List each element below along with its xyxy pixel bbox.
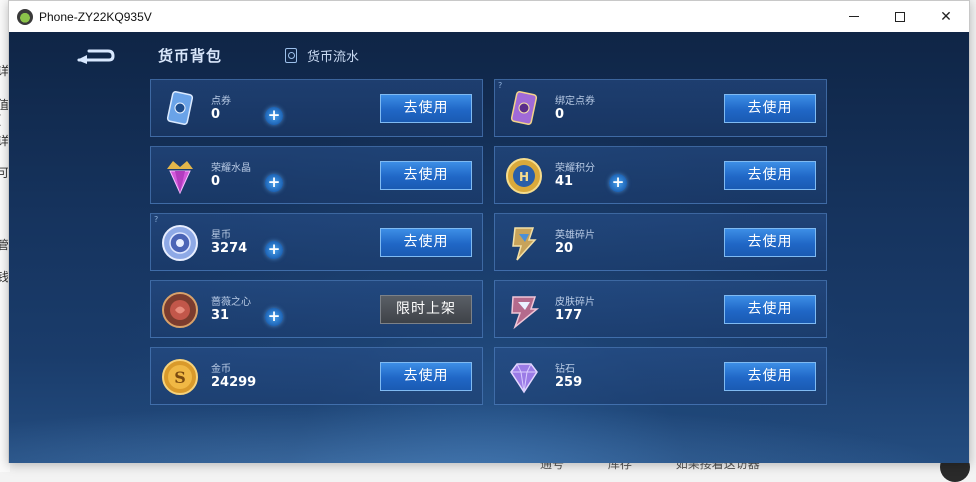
minimize-icon [849, 16, 859, 17]
maximize-button[interactable] [877, 1, 923, 32]
ledger-icon [285, 48, 297, 63]
currency-card-bound-coupon: ? 绑定点券 0 去使用 [494, 79, 827, 137]
currency-value: 0 [555, 107, 564, 122]
currency-flow-link[interactable]: 货币流水 [285, 46, 359, 65]
use-button[interactable]: 去使用 [380, 161, 472, 190]
use-button[interactable]: 去使用 [380, 362, 472, 391]
maximize-icon [895, 12, 905, 22]
currency-value: 24299 [211, 375, 256, 390]
currency-name: 绑定点券 [555, 92, 595, 107]
title-bar[interactable]: Phone-ZY22KQ935V ✕ [9, 1, 969, 32]
currency-value: 0 [211, 107, 220, 122]
rose-heart-icon [159, 289, 201, 331]
window-controls: ✕ [831, 1, 969, 32]
currency-card-coupon: 点券 0 + 去使用 [150, 79, 483, 137]
game-screen: 货币背包 货币流水 点券 0 + 去使用 ? 绑定点券 0 去使用 [9, 32, 969, 463]
add-button[interactable]: + [265, 107, 283, 125]
help-icon[interactable]: ? [498, 81, 502, 90]
currency-card-hero-shard: 英雄碎片 20 去使用 [494, 213, 827, 271]
svg-text:H: H [519, 170, 529, 184]
currency-flow-label: 货币流水 [307, 46, 359, 65]
emulator-window: Phone-ZY22KQ935V ✕ 货币背包 货币流水 点券 0 + 去使用 [8, 0, 970, 463]
close-icon: ✕ [940, 9, 952, 25]
currency-name: 荣耀水晶 [211, 159, 251, 174]
help-icon[interactable]: ? [154, 215, 158, 224]
add-button[interactable]: + [609, 174, 627, 192]
currency-card-skin-shard: 皮肤碎片 177 去使用 [494, 280, 827, 338]
back-arrow-icon[interactable] [75, 47, 115, 65]
currency-name: 荣耀积分 [555, 159, 595, 174]
page-title: 货币背包 [158, 45, 222, 66]
skin-shard-icon [503, 289, 545, 331]
gold-coin-icon: S [159, 356, 201, 398]
currency-card-crystal: 荣耀水晶 0 + 去使用 [150, 146, 483, 204]
currency-name: 金币 [211, 360, 231, 375]
close-button[interactable]: ✕ [923, 1, 969, 32]
currency-card-honor-points: H 荣耀积分 41 + 去使用 [494, 146, 827, 204]
add-button[interactable]: + [265, 308, 283, 326]
limited-time-button[interactable]: 限时上架 [380, 295, 472, 324]
currency-value: 0 [211, 174, 220, 189]
use-button[interactable]: 去使用 [724, 161, 816, 190]
currency-name: 皮肤碎片 [555, 293, 595, 308]
minimize-button[interactable] [831, 1, 877, 32]
window-title: Phone-ZY22KQ935V [39, 10, 152, 24]
add-button[interactable]: + [265, 241, 283, 259]
currency-value: 177 [555, 308, 582, 323]
currency-value: 259 [555, 375, 582, 390]
currency-value: 3274 [211, 241, 247, 256]
currency-name: 英雄碎片 [555, 226, 595, 241]
currency-name: 星币 [211, 226, 231, 241]
hero-shard-icon [503, 222, 545, 264]
honor-points-icon: H [503, 155, 545, 197]
diamond-icon [503, 356, 545, 398]
currency-card-star-coin: ? 星币 3274 + 去使用 [150, 213, 483, 271]
bound-coupon-card-icon [503, 88, 545, 130]
use-button[interactable]: 去使用 [724, 295, 816, 324]
currency-value: 41 [555, 174, 573, 189]
coupon-card-icon [159, 88, 201, 130]
currency-name: 点券 [211, 92, 231, 107]
star-coin-icon [159, 222, 201, 264]
use-button[interactable]: 去使用 [724, 362, 816, 391]
crystal-icon [159, 155, 201, 197]
currency-card-gold: S 金币 24299 去使用 [150, 347, 483, 405]
svg-text:S: S [174, 368, 186, 387]
currency-card-rose-heart: 蔷薇之心 31 + 限时上架 [150, 280, 483, 338]
currency-name: 蔷薇之心 [211, 293, 251, 308]
add-button[interactable]: + [265, 174, 283, 192]
currency-card-diamond: 钻石 259 去使用 [494, 347, 827, 405]
currency-value: 31 [211, 308, 229, 323]
use-button[interactable]: 去使用 [380, 94, 472, 123]
currency-value: 20 [555, 241, 573, 256]
use-button[interactable]: 去使用 [380, 228, 472, 257]
android-app-icon [17, 9, 33, 25]
use-button[interactable]: 去使用 [724, 94, 816, 123]
use-button[interactable]: 去使用 [724, 228, 816, 257]
currency-name: 钻石 [555, 360, 575, 375]
